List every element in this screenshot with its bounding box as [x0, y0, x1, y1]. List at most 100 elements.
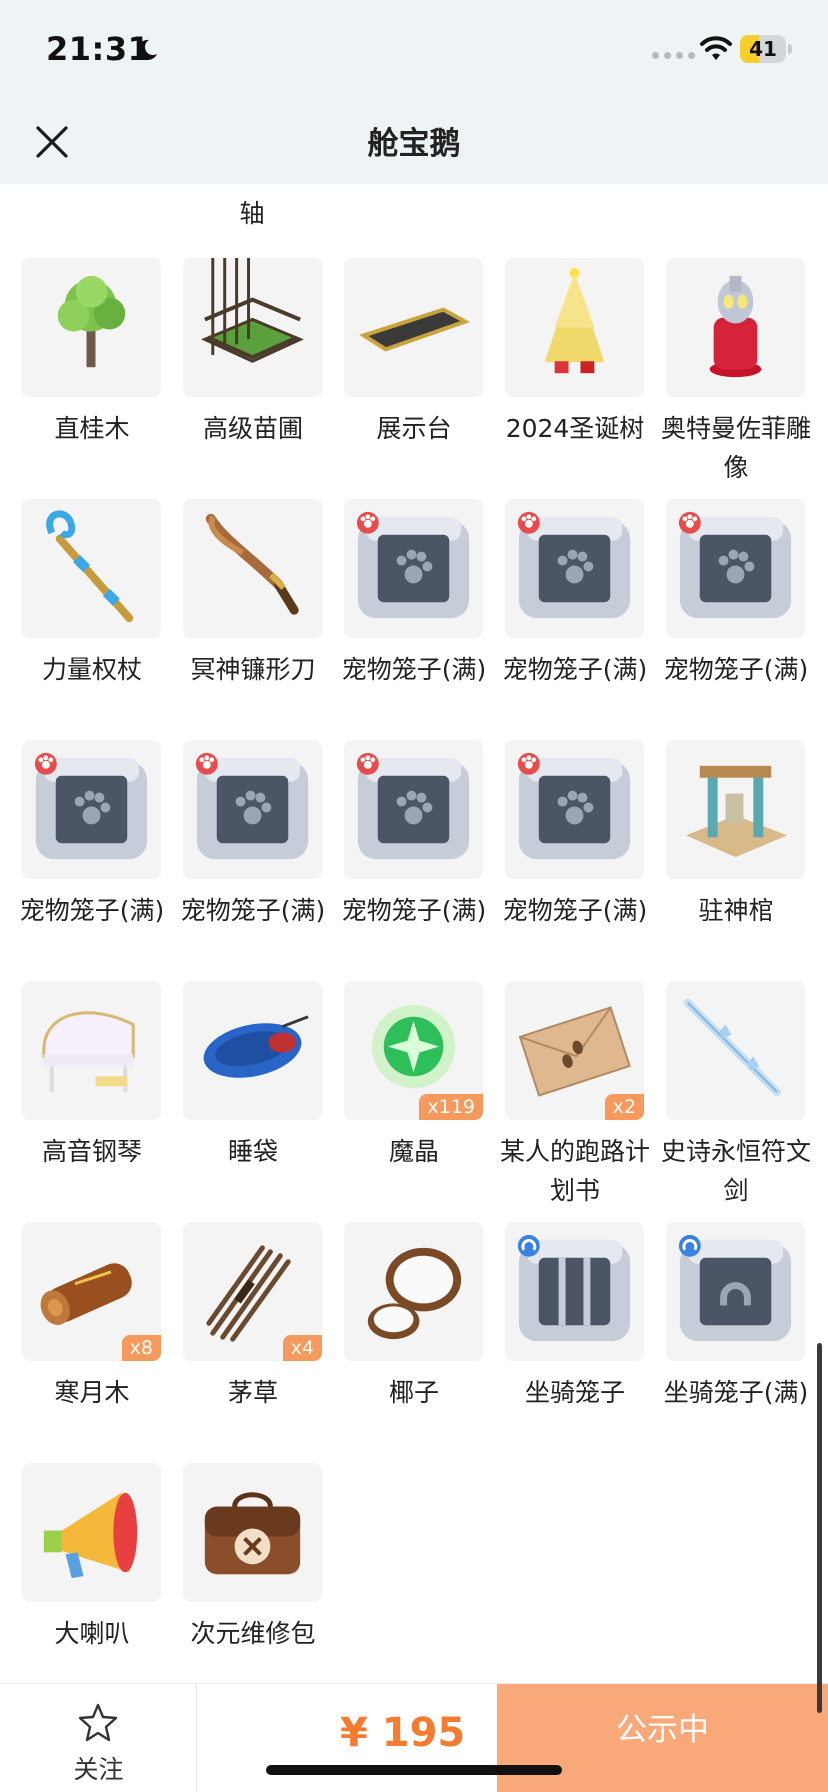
item-name: 奥特曼佐菲雕像	[660, 414, 811, 482]
item-name: 高级苗圃	[202, 414, 303, 443]
follow-button[interactable]: 关注	[0, 1684, 197, 1792]
inventory-item[interactable]: 奥特曼佐菲雕像	[661, 258, 811, 499]
inventory-item[interactable]: 次元维修包	[183, 1463, 322, 1664]
coconut-icon	[367, 1247, 462, 1340]
item-name: 宠物笼子(满)	[341, 655, 487, 684]
page-title: 舱宝鹅	[367, 126, 461, 162]
inventory-item[interactable]: 高音钢琴	[22, 981, 161, 1222]
inventory-item[interactable]: 直桂木	[22, 258, 161, 499]
item-name: 史诗永恒符文剑	[660, 1137, 811, 1205]
inventory-item[interactable]: 宠物笼子(满)	[342, 740, 486, 981]
item-name: 坐骑笼子(满)	[663, 1378, 809, 1407]
item-thumbnail	[22, 258, 161, 397]
signal-icon	[652, 52, 695, 59]
inventory-item[interactable]: 宠物笼子(满)	[503, 499, 647, 740]
item-name: 力量权杖	[41, 655, 142, 684]
inventory-item[interactable]: x8 寒月木	[22, 1222, 161, 1463]
inventory-item[interactable]: 大喇叭	[22, 1463, 161, 1664]
mount-cage-icon	[517, 1234, 631, 1342]
inventory-item[interactable]: 宠物笼子(满)	[20, 740, 164, 981]
pet-cage-icon	[356, 752, 470, 860]
status-bar: 21:31 41	[0, 0, 828, 100]
pet-cage-icon	[356, 511, 470, 619]
item-thumbnail	[666, 981, 805, 1120]
item-name: 高音钢琴	[41, 1137, 142, 1166]
item-thumbnail: x8	[22, 1222, 161, 1361]
moon-icon	[137, 39, 157, 60]
inventory-item[interactable]: 展示台	[344, 258, 483, 499]
pet-cage-icon	[195, 752, 309, 860]
partial-item-label: 轴	[239, 199, 265, 228]
scrollbar[interactable]	[817, 1343, 822, 1713]
inventory-item[interactable]: 宠物笼子(满)	[181, 740, 325, 981]
bottom-bar: 关注 ¥ 195 公示中	[0, 1683, 828, 1792]
item-name: 驻神棺	[698, 896, 774, 925]
item-name: 宠物笼子(满)	[663, 655, 809, 684]
shrine-icon	[685, 765, 788, 858]
inventory-item[interactable]: 宠物笼子(满)	[503, 740, 647, 981]
home-indicator	[266, 1765, 562, 1775]
battery-icon: 41	[740, 35, 792, 63]
follow-label: 关注	[73, 1755, 124, 1784]
item-thumbnail: x119	[344, 981, 483, 1120]
item-name: 直桂木	[54, 414, 130, 443]
inventory-item[interactable]: 驻神棺	[666, 740, 805, 981]
pet-cage-icon	[678, 511, 792, 619]
publicity-button[interactable]: 公示中	[497, 1684, 828, 1792]
inventory-item[interactable]: 宠物笼子(满)	[342, 499, 486, 740]
piano-icon	[42, 1011, 135, 1093]
item-name: 展示台	[376, 414, 452, 443]
item-thumbnail	[22, 740, 161, 879]
item-thumbnail	[666, 499, 805, 638]
inventory-item[interactable]: 2024圣诞树	[505, 258, 644, 499]
inventory-item[interactable]: 史诗永恒符文剑	[661, 981, 811, 1222]
item-name: 某人的跑路计划书	[499, 1137, 650, 1205]
inventory-item[interactable]: x2 某人的跑路计划书	[500, 981, 650, 1222]
header: 21:31 41 舱宝鹅	[0, 0, 828, 184]
nav-bar: 舱宝鹅	[0, 100, 828, 184]
inventory-item[interactable]: 坐骑笼子	[505, 1222, 644, 1463]
quantity-badge: x2	[604, 1094, 644, 1120]
item-name: 宠物笼子(满)	[180, 896, 326, 925]
item-name: 椰子	[388, 1378, 439, 1407]
item-thumbnail	[22, 1463, 161, 1602]
item-thumbnail	[183, 740, 322, 879]
item-name: 宠物笼子(满)	[502, 896, 648, 925]
item-name: 睡袋	[227, 1137, 278, 1166]
repair-bag-icon	[204, 1492, 301, 1575]
quantity-badge: x4	[282, 1335, 322, 1361]
item-grid-scroll[interactable]: 轴 直桂木 高级苗圃 展示台 2024圣诞树 奥特曼佐菲雕像 力量权杖 冥神镰形刀 宠物笼子(…	[0, 184, 828, 1664]
item-grid: 直桂木 高级苗圃 展示台 2024圣诞树 奥特曼佐菲雕像 力量权杖 冥神镰形刀 宠物笼子(满)…	[20, 258, 822, 1664]
inventory-item[interactable]: 宠物笼子(满)	[664, 499, 808, 740]
item-name: 坐骑笼子	[524, 1378, 625, 1407]
inventory-item[interactable]: 椰子	[344, 1222, 483, 1463]
scepter-icon	[46, 510, 134, 623]
inventory-item[interactable]: 睡袋	[183, 981, 322, 1222]
mount-cage-full-icon	[678, 1234, 792, 1342]
rune-sword-icon	[683, 998, 782, 1097]
inventory-item[interactable]: x4 茅草	[183, 1222, 322, 1463]
wifi-icon	[700, 36, 732, 60]
inventory-item[interactable]: 力量权杖	[22, 499, 161, 740]
megaphone-icon	[43, 1492, 138, 1579]
item-thumbnail	[666, 258, 805, 397]
item-thumbnail	[344, 740, 483, 879]
display-stand-icon	[359, 307, 471, 352]
quantity-badge: x8	[121, 1335, 161, 1361]
inventory-item[interactable]: 坐骑笼子(满)	[664, 1222, 808, 1463]
tree-icon	[57, 275, 126, 368]
item-name: 宠物笼子(满)	[502, 655, 648, 684]
item-name: 冥神镰形刀	[190, 655, 316, 684]
nursery-icon	[201, 258, 304, 363]
quantity-badge: x119	[419, 1094, 483, 1120]
item-name: 茅草	[227, 1378, 278, 1407]
item-thumbnail	[344, 1222, 483, 1361]
inventory-item[interactable]: 高级苗圃	[183, 258, 322, 499]
sleeping-bag-icon	[203, 1015, 309, 1078]
item-thumbnail	[666, 1222, 805, 1361]
item-thumbnail: x2	[505, 981, 644, 1120]
inventory-item[interactable]: 冥神镰形刀	[183, 499, 322, 740]
inventory-item[interactable]: x119 魔晶	[344, 981, 483, 1222]
sickle-sword-icon	[205, 513, 299, 615]
item-name: 次元维修包	[190, 1619, 316, 1648]
